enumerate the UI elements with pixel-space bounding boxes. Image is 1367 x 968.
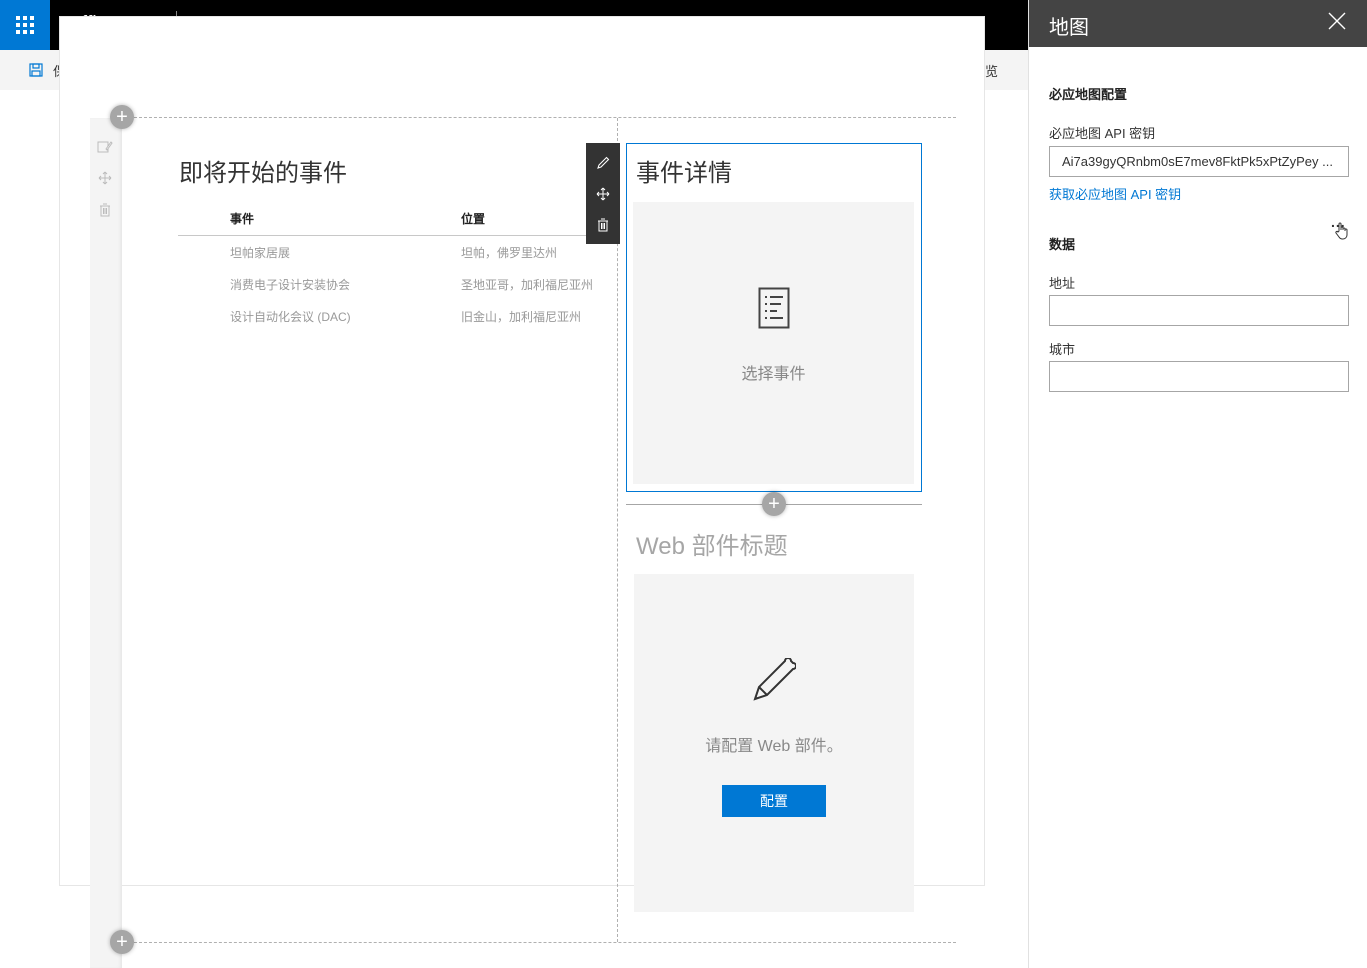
upcoming-events-title: 即将开始的事件 [179, 160, 347, 187]
configure-button[interactable]: 配置 [722, 785, 826, 817]
table-row[interactable]: 坦帕家居展 坦帕，佛罗里达州 [178, 236, 618, 268]
plus-icon: + [116, 931, 128, 953]
events-table: 事件 位置 坦帕家居展 坦帕，佛罗里达州 消费电子设计安装协会 圣地亚哥，加利福… [178, 206, 618, 332]
move-section-icon[interactable] [97, 170, 113, 186]
group-heading-bing: 必应地图配置 [1049, 87, 1128, 102]
address-label: 地址 [1049, 276, 1076, 291]
api-key-label: 必应地图 API 密钥 [1049, 126, 1156, 141]
event-name: 坦帕家居展 [230, 246, 291, 260]
api-key-input[interactable] [1049, 146, 1349, 177]
group-heading-data: 数据 [1049, 237, 1076, 252]
event-name: 消费电子设计安装协会 [230, 278, 351, 292]
city-label: 城市 [1049, 342, 1076, 357]
move-icon [596, 187, 610, 200]
webpart-title-input[interactable]: Web 部件标题 [636, 526, 788, 561]
column-header-event[interactable]: 事件 [230, 210, 254, 227]
app-launcher-button[interactable] [0, 0, 50, 50]
waffle-icon [16, 16, 34, 34]
event-details-placeholder: 选择事件 [633, 202, 914, 484]
plus-icon: + [768, 493, 780, 515]
event-details-placeholder-text: 选择事件 [741, 366, 806, 383]
city-input[interactable] [1049, 361, 1349, 392]
event-location: 旧金山，加利福尼亚州 [461, 310, 582, 324]
add-section-bottom-button[interactable]: + [110, 930, 134, 954]
event-location: 圣地亚哥，加利福尼亚州 [461, 278, 594, 292]
plus-icon: + [116, 106, 128, 128]
close-icon [1328, 12, 1346, 30]
close-button[interactable] [1328, 12, 1350, 34]
list-document-icon [758, 287, 790, 334]
table-row[interactable]: 设计自动化会议 (DAC) 旧金山，加利福尼亚州 [178, 300, 618, 332]
table-row[interactable]: 消费电子设计安装协会 圣地亚哥，加利福尼亚州 [178, 268, 618, 300]
section-bottom-border [134, 942, 956, 943]
column-header-location[interactable]: 位置 [461, 210, 485, 227]
edit-webpart-button[interactable] [591, 151, 615, 175]
delete-section-icon[interactable] [97, 202, 113, 218]
event-location: 坦帕，佛罗里达州 [461, 246, 558, 260]
webpart-toolbar [586, 143, 620, 244]
add-webpart-button[interactable]: + [762, 492, 786, 516]
section-top-border [134, 117, 956, 118]
delete-webpart-button[interactable] [591, 213, 615, 237]
property-pane: 地图 必应地图配置 必应地图 API 密钥 获取必应地图 API 密钥 ... … [1028, 0, 1367, 968]
event-details-title: 事件详情 [636, 160, 732, 187]
property-pane-header: 地图 [1029, 0, 1367, 47]
address-input[interactable] [1049, 295, 1349, 326]
property-pane-title: 地图 [1049, 17, 1089, 39]
get-api-key-link[interactable]: 获取必应地图 API 密钥 [1049, 184, 1181, 203]
add-section-top-button[interactable]: + [110, 105, 134, 129]
section-toolbar [90, 118, 122, 968]
configure-placeholder: 请配置 Web 部件。 [634, 574, 914, 912]
events-table-header: 事件 位置 [178, 206, 618, 236]
pencil-icon [597, 156, 610, 169]
hand-cursor-icon [1335, 222, 1349, 240]
move-webpart-button[interactable] [591, 182, 615, 206]
pencil-icon [752, 657, 797, 707]
trash-icon [598, 218, 608, 231]
event-name: 设计自动化会议 (DAC) [230, 310, 351, 324]
configure-placeholder-text: 请配置 Web 部件。 [705, 738, 843, 755]
save-icon [29, 63, 43, 77]
edit-section-icon[interactable] [97, 139, 113, 155]
